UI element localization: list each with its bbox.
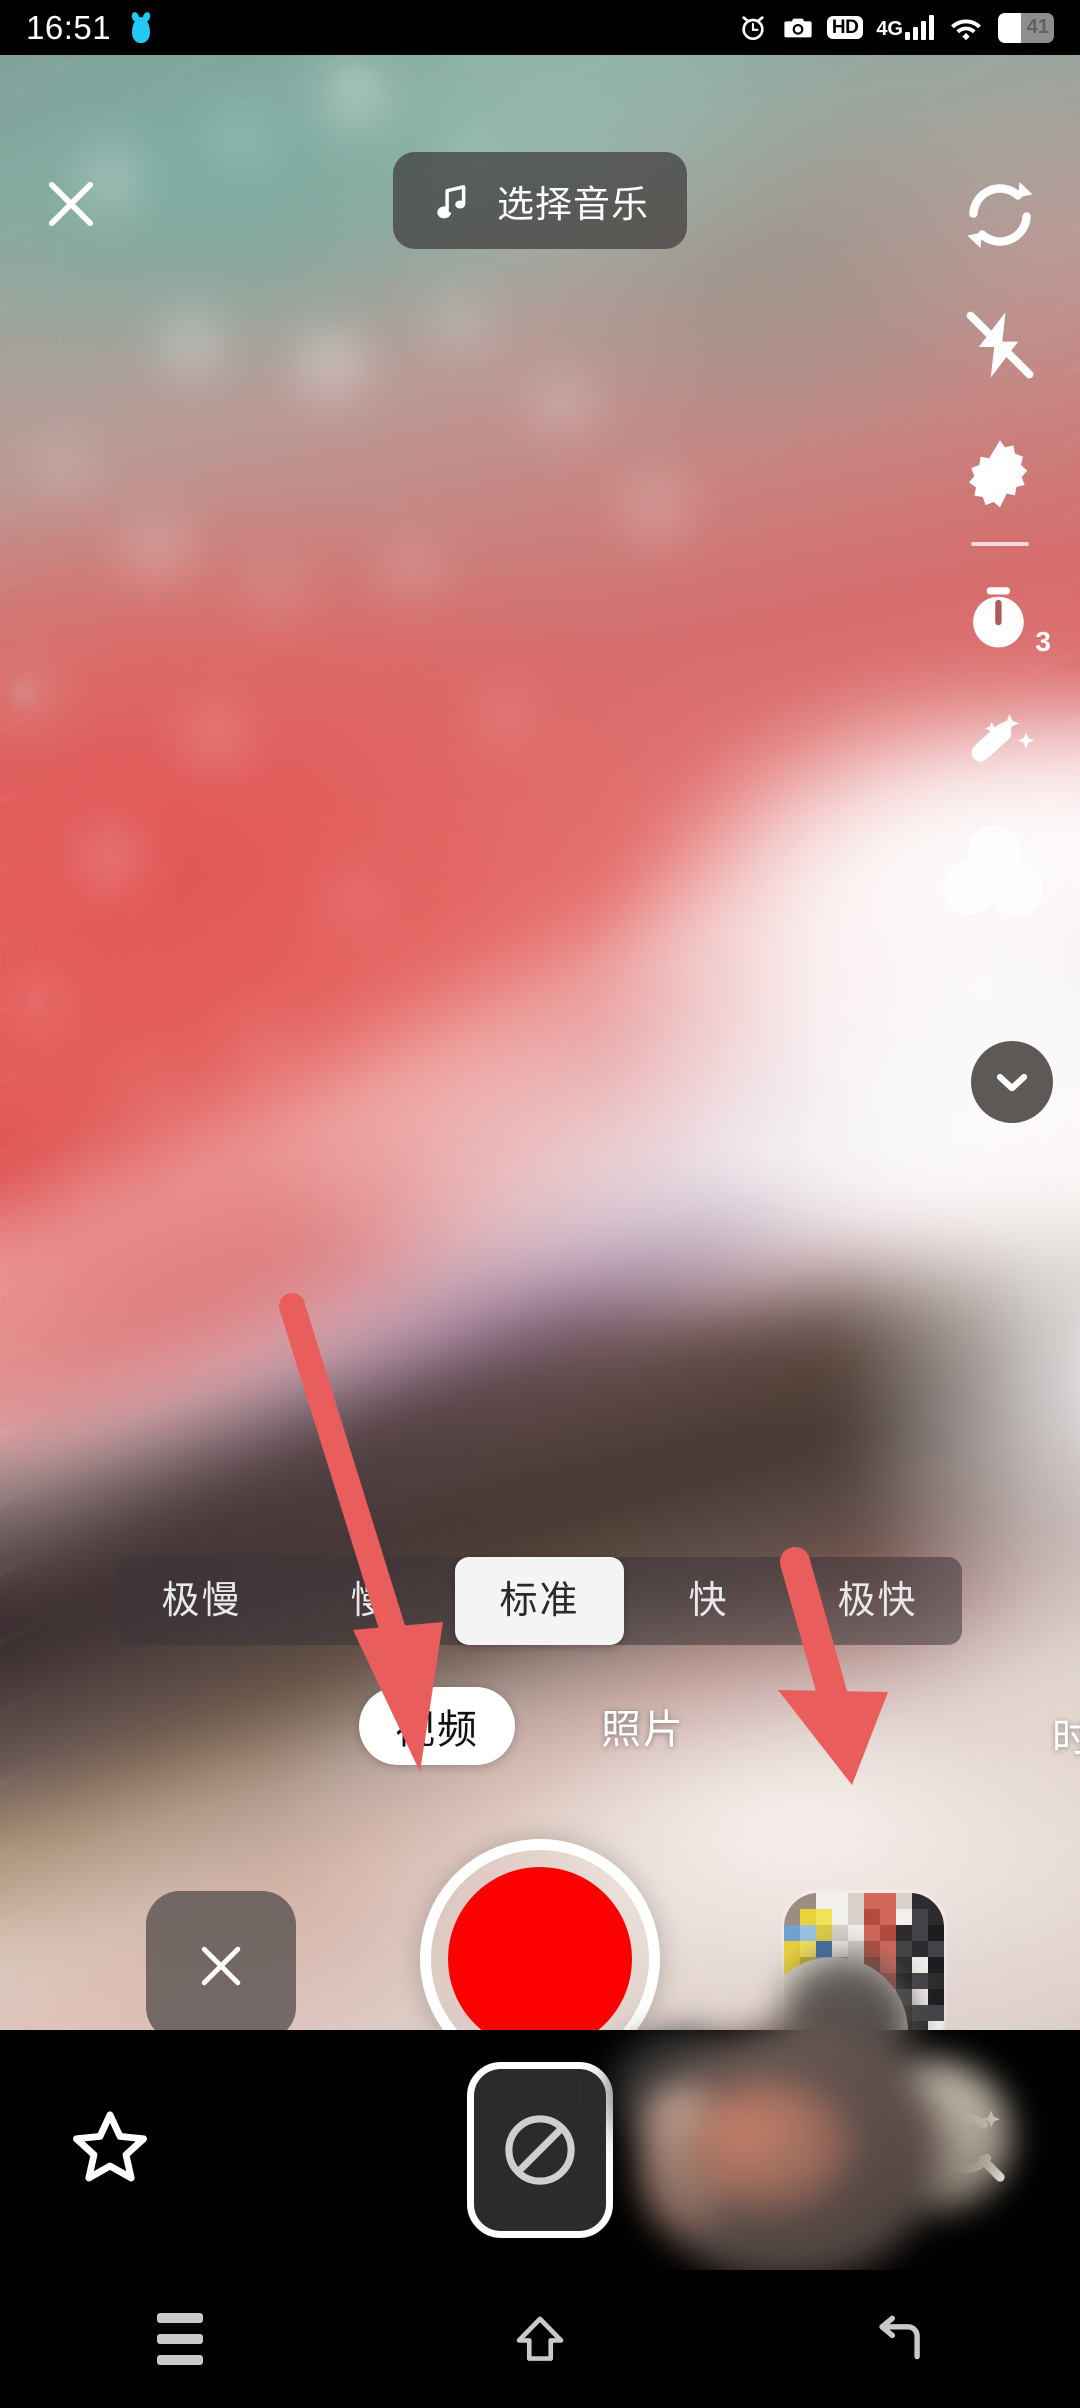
camera-icon: [782, 12, 814, 44]
flash-button[interactable]: [935, 280, 1065, 410]
search-button[interactable]: [910, 2094, 1020, 2204]
speed-option-3[interactable]: 快: [624, 1557, 793, 1645]
status-bar-icons: HD 4G 41: [737, 12, 1054, 44]
4g-signal-icon: 4G: [876, 15, 934, 40]
collapse-tools-button[interactable]: [971, 1041, 1053, 1123]
back-arrow-icon: [879, 2315, 920, 2360]
hd-icon: HD: [826, 15, 864, 40]
qq-penguin-icon: [129, 10, 153, 45]
battery-level-label: 41: [1026, 16, 1049, 38]
camera-tool-rail: 3: [920, 150, 1080, 942]
wifi-icon: [947, 13, 985, 43]
close-icon: [201, 1946, 241, 1986]
home-icon: [516, 2316, 564, 2361]
timer-button[interactable]: 3: [935, 552, 1065, 682]
search-sparkle-icon: [937, 2110, 1005, 2182]
phone-screen: 16:51 HD 4G 41 选择音乐 3 极慢 慢 标准 快 极快 视频 照片…: [0, 0, 1080, 2408]
nav-back-button[interactable]: [720, 2270, 1080, 2408]
magic-wand-icon: [971, 714, 1034, 762]
network-type-label: 4G: [876, 18, 903, 40]
close-icon: [48, 181, 94, 227]
beauty-button[interactable]: [935, 682, 1065, 812]
camera-viewfinder[interactable]: 选择音乐 3 极慢 慢 标准 快 极快 视频 照片 时: [0, 55, 1080, 2030]
no-entry-icon: [505, 2115, 575, 2185]
mode-tab-video[interactable]: 视频: [359, 1687, 515, 1765]
settings-button[interactable]: [935, 410, 1065, 540]
bottom-toolbar: [0, 2030, 1080, 2270]
capture-mode-tabs[interactable]: 视频 照片 时: [0, 1683, 1080, 1769]
screen-record-block-button[interactable]: [467, 2062, 613, 2238]
mode-tab-timelapse[interactable]: 时: [1016, 1695, 1080, 1773]
speed-selector[interactable]: 极慢 慢 标准 快 极快: [117, 1557, 962, 1645]
delete-clip-button[interactable]: [146, 1891, 296, 2030]
android-nav-bar: [0, 2270, 1080, 2408]
choose-music-label: 选择音乐: [497, 183, 649, 225]
nav-recents-button[interactable]: [0, 2270, 360, 2408]
close-button[interactable]: [30, 163, 112, 245]
speed-option-2[interactable]: 标准: [455, 1557, 624, 1645]
status-bar: 16:51 HD 4G 41: [0, 0, 1080, 55]
speed-option-0[interactable]: 极慢: [117, 1557, 286, 1645]
speed-option-4[interactable]: 极快: [793, 1557, 962, 1645]
rail-divider: [971, 542, 1029, 546]
filter-circles-icon: [935, 812, 1065, 942]
battery-icon: 41: [998, 12, 1054, 43]
status-bar-time: 16:51: [26, 8, 112, 46]
camera-flip-icon: [967, 182, 1033, 248]
filters-button[interactable]: [935, 812, 1065, 942]
alarm-clock-icon: [737, 12, 769, 44]
star-icon: [73, 2111, 147, 2182]
flash-off-icon: [966, 311, 1034, 379]
nav-home-button[interactable]: [360, 2270, 720, 2408]
chevron-down-icon: [996, 1073, 1028, 1092]
music-note-icon: [437, 184, 466, 218]
record-button-core: [448, 1867, 632, 2030]
timer-icon: [973, 587, 1024, 648]
favorite-button[interactable]: [56, 2096, 164, 2204]
speed-option-1[interactable]: 慢: [286, 1557, 455, 1645]
timer-badge-label: 3: [1035, 626, 1051, 657]
mode-tab-photo[interactable]: 照片: [565, 1687, 721, 1765]
switch-camera-button[interactable]: [935, 150, 1065, 280]
gallery-thumbnail[interactable]: [784, 1893, 944, 2030]
menu-icon: [157, 2313, 203, 2365]
gear-icon: [969, 440, 1028, 508]
choose-music-button[interactable]: 选择音乐: [393, 152, 687, 249]
